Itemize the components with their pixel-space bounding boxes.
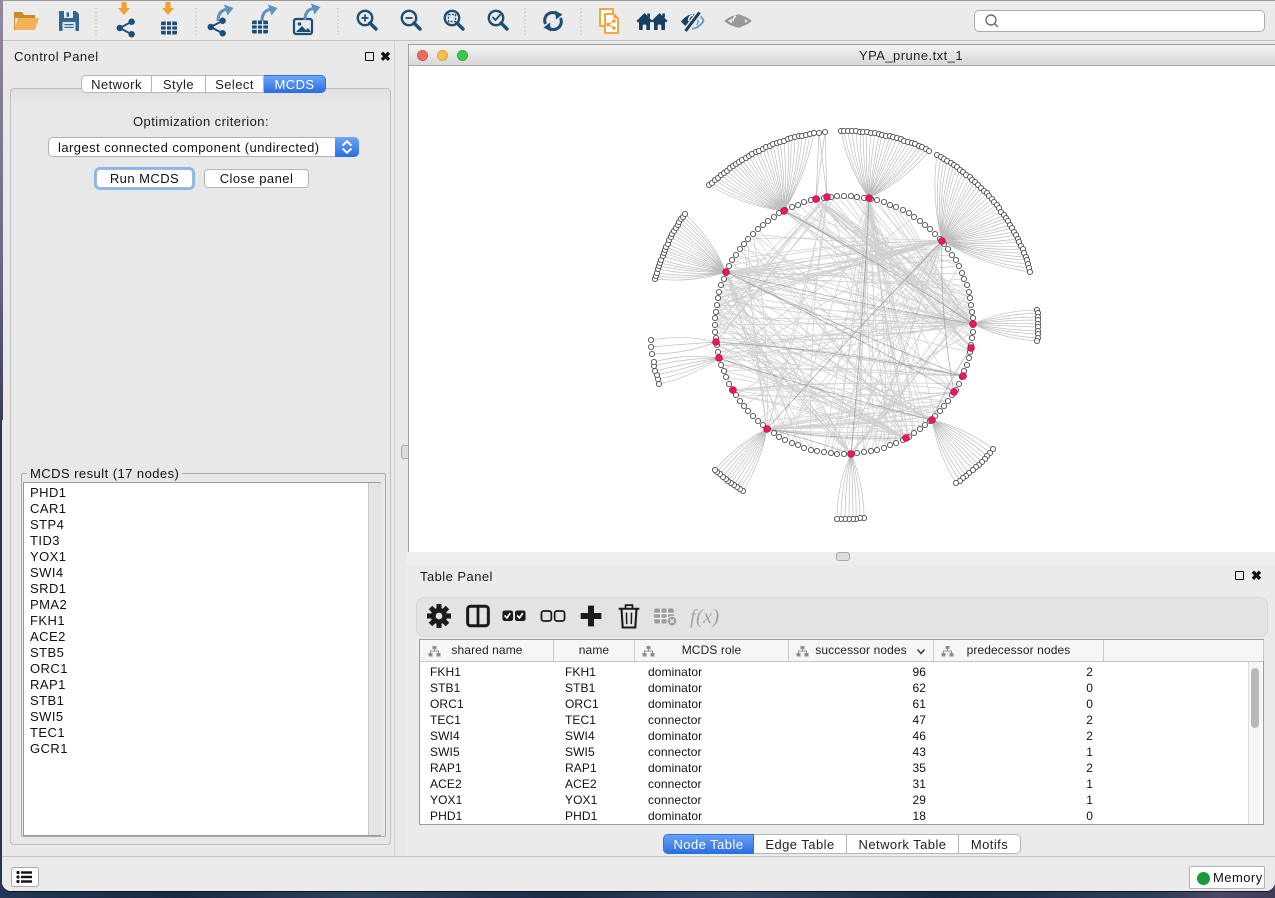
svg-text:f(x): f(x) xyxy=(690,606,720,628)
